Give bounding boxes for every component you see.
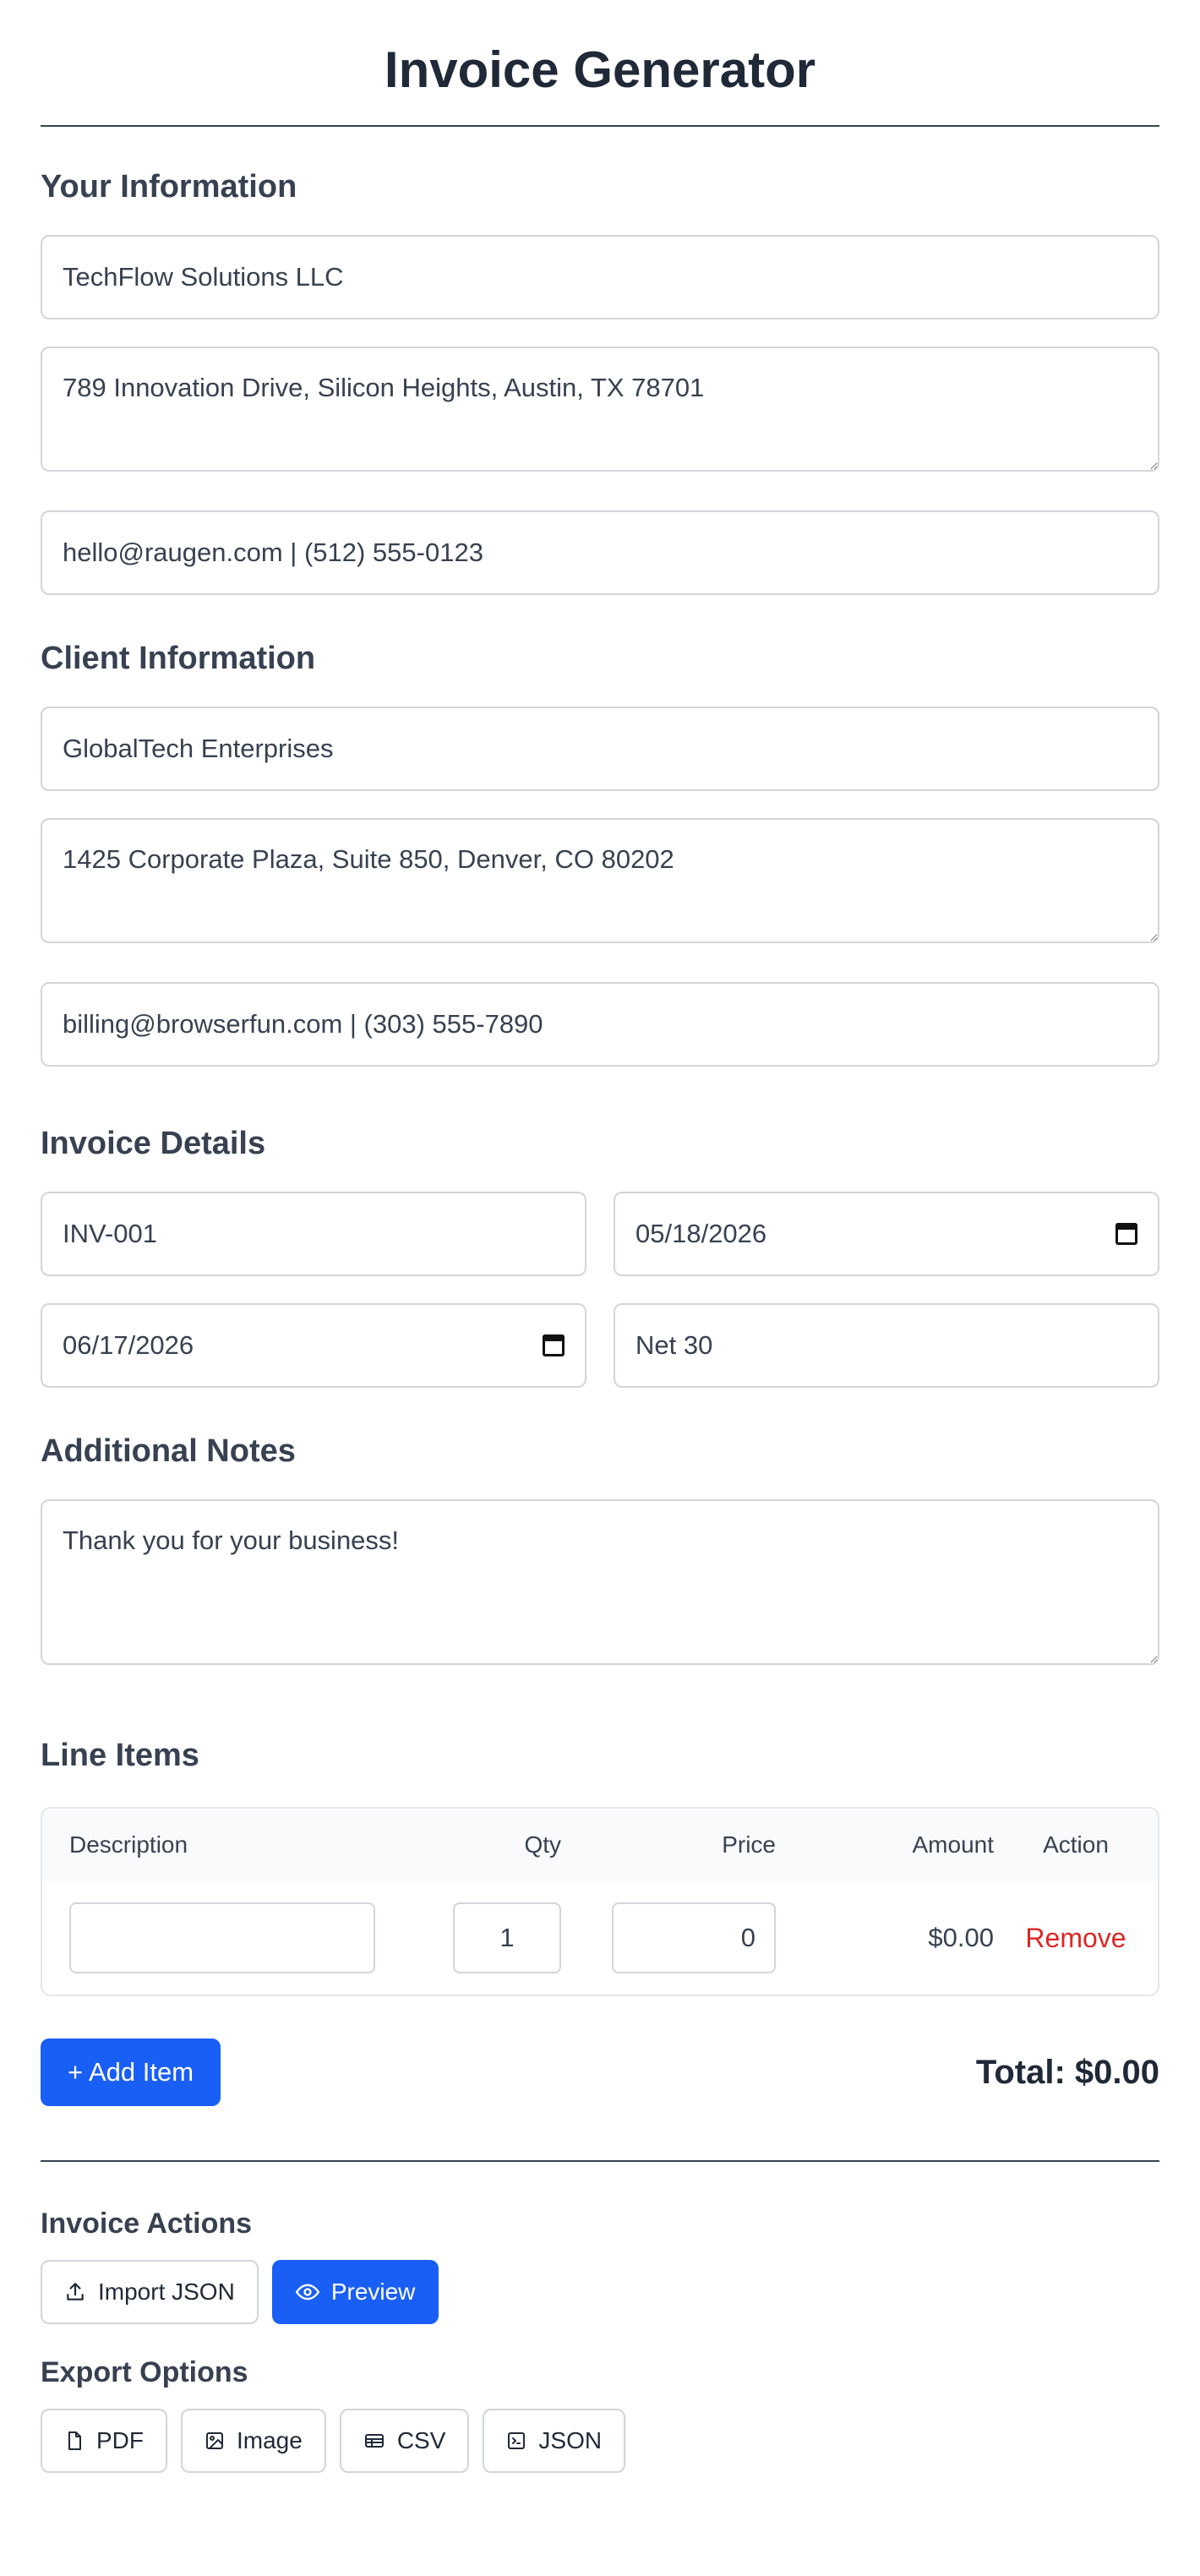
client-contact-input[interactable] — [41, 982, 1159, 1067]
preview-label: Preview — [330, 2279, 416, 2305]
export-pdf-button[interactable]: PDF — [41, 2409, 167, 2473]
notes-heading: Additional Notes — [41, 1433, 296, 1469]
preview-button[interactable]: Preview — [271, 2260, 439, 2324]
item-price-input[interactable] — [612, 1902, 776, 1973]
due-date-value: 06/17/2026 — [63, 1330, 194, 1360]
your-name-input[interactable] — [41, 235, 1159, 319]
export-json-button[interactable]: JSON — [483, 2409, 626, 2473]
export-pdf-label: PDF — [96, 2427, 144, 2453]
your-info-heading: Your Information — [41, 169, 297, 205]
invoice-number-input[interactable] — [41, 1192, 586, 1276]
terminal-icon — [506, 2431, 526, 2451]
invoice-details-heading: Invoice Details — [41, 1126, 266, 1161]
table-icon — [363, 2431, 385, 2451]
page-title: Invoice Generator — [384, 41, 816, 98]
column-description: Description — [69, 1831, 188, 1858]
client-name-input[interactable] — [41, 707, 1159, 791]
actions-divider — [41, 2160, 1159, 2162]
calendar-icon[interactable] — [1115, 1223, 1137, 1245]
table-row: $0.00 Remove — [42, 1881, 1158, 1995]
client-info-heading: Client Information — [41, 641, 316, 676]
file-icon — [64, 2430, 85, 2452]
invoice-actions-group: Import JSON Preview — [41, 2260, 1159, 2324]
eye-icon — [295, 2280, 319, 2304]
item-qty-input[interactable] — [453, 1902, 561, 1973]
item-description-input[interactable] — [69, 1902, 375, 1973]
item-amount: $0.00 — [928, 1923, 994, 1952]
upload-icon — [64, 2281, 86, 2303]
add-item-button[interactable]: + Add Item — [41, 2038, 221, 2106]
export-options-group: PDF Image CSV JSON — [41, 2409, 1159, 2473]
invoice-details-row-1: 05/18/2026 — [41, 1192, 1159, 1276]
export-json-label: JSON — [538, 2427, 603, 2453]
invoice-date-value: 05/18/2026 — [635, 1219, 767, 1248]
invoice-page: Invoice Generator Your Information 789 I… — [0, 0, 1200, 2576]
your-address-textarea[interactable]: 789 Innovation Drive, Silicon Heights, A… — [41, 347, 1159, 472]
table-header: Description Qty Price Amount Action — [42, 1809, 1158, 1881]
invoice-actions-heading: Invoice Actions — [41, 2208, 253, 2240]
export-options-heading: Export Options — [41, 2356, 248, 2388]
invoice-details-row-2: 06/17/2026 — [41, 1303, 1159, 1388]
column-price: Price — [722, 1831, 776, 1858]
export-image-label: Image — [237, 2427, 303, 2453]
client-address-textarea[interactable]: 1425 Corporate Plaza, Suite 850, Denver,… — [41, 818, 1159, 943]
image-icon — [205, 2431, 225, 2451]
export-csv-label: CSV — [396, 2427, 446, 2453]
title-divider — [41, 125, 1159, 127]
line-items-footer: + Add Item Total: $0.00 — [41, 2038, 1159, 2106]
calendar-icon[interactable] — [543, 1334, 565, 1356]
notes-textarea[interactable]: Thank you for your business! — [41, 1499, 1159, 1665]
invoice-date-input[interactable]: 05/18/2026 — [614, 1192, 1159, 1276]
export-image-button[interactable]: Image — [181, 2409, 326, 2473]
line-items-table: Description Qty Price Amount Action $0.0… — [41, 1807, 1159, 1996]
remove-item-button[interactable]: Remove — [1025, 1923, 1126, 1953]
due-date-input[interactable]: 06/17/2026 — [41, 1303, 586, 1388]
your-contact-input[interactable] — [41, 510, 1159, 595]
invoice-total: Total: $0.00 — [975, 2053, 1159, 2091]
import-json-label: Import JSON — [98, 2279, 235, 2305]
export-csv-button[interactable]: CSV — [339, 2409, 470, 2473]
line-items-heading: Line Items — [41, 1738, 199, 1773]
column-qty: Qty — [524, 1831, 561, 1858]
import-json-button[interactable]: Import JSON — [41, 2260, 259, 2324]
column-action: Action — [1043, 1831, 1109, 1858]
column-amount: Amount — [912, 1831, 995, 1858]
payment-terms-input[interactable] — [614, 1303, 1159, 1388]
